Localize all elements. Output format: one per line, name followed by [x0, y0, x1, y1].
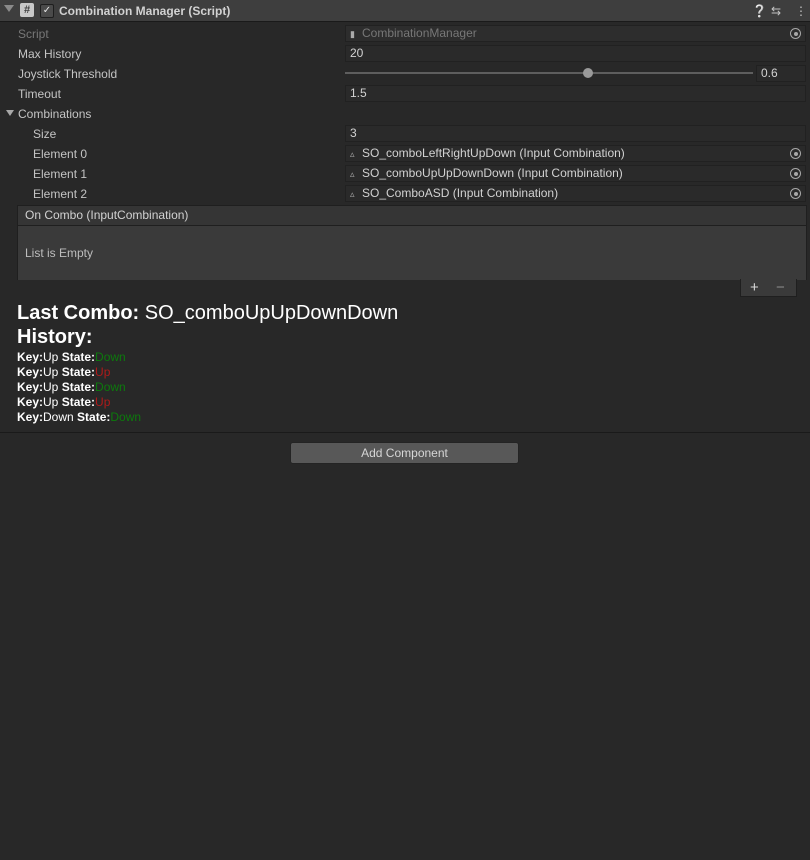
on-combo-event: On Combo (InputCombination) List is Empt…: [17, 205, 807, 280]
object-picker-icon[interactable]: [790, 28, 801, 39]
element-label: Element 2: [33, 187, 88, 201]
component-divider: [0, 432, 810, 433]
on-combo-header: On Combo (InputCombination): [18, 206, 806, 226]
history-entry: Key:Up State:Up: [17, 365, 110, 380]
component-title: Combination Manager (Script): [59, 4, 231, 18]
history-state-label: State:: [61, 380, 96, 394]
history-state-label: State:: [61, 365, 96, 379]
history-key-label: Key:: [17, 380, 44, 394]
enabled-checkbox[interactable]: ✓: [40, 4, 54, 18]
add-component-button[interactable]: Add Component: [290, 442, 519, 464]
kebab-menu-icon[interactable]: ⋮: [795, 3, 807, 19]
history-key-label: Key:: [17, 350, 44, 364]
element-row: Element 2 ▵ SO_ComboASD (Input Combinatio…: [0, 184, 810, 204]
help-icon[interactable]: ❔: [752, 3, 767, 19]
history-entry: Key:Up State:Up: [17, 395, 110, 410]
history-key-label: Key:: [17, 410, 44, 424]
event-list-buttons: + −: [740, 279, 797, 297]
preset-icon[interactable]: ⇆: [771, 3, 781, 19]
script-row: Script ▮ CombinationManager: [0, 24, 810, 44]
scriptable-object-icon: ▵: [350, 149, 355, 159]
history-state: Up: [95, 365, 111, 379]
size-input[interactable]: 3: [345, 125, 806, 142]
history-key: Up: [43, 395, 59, 409]
add-listener-button[interactable]: +: [750, 279, 759, 296]
history-key: Up: [43, 350, 59, 364]
timeout-input[interactable]: 1.5: [345, 85, 806, 102]
combinations-foldout-icon[interactable]: [6, 110, 14, 116]
scriptable-object-icon: ▵: [350, 169, 355, 179]
max-history-row: Max History 20: [0, 44, 810, 64]
history-state: Up: [95, 395, 111, 409]
history-heading: History:: [17, 326, 93, 349]
last-combo-value: SO_comboUpUpDownDown: [144, 302, 399, 324]
on-combo-empty-text: List is Empty: [18, 226, 806, 280]
script-field[interactable]: ▮ CombinationManager: [345, 25, 806, 42]
element-label: Element 1: [33, 167, 88, 181]
history-key-label: Key:: [17, 395, 44, 409]
element-value: SO_comboLeftRightUpDown (Input Combinati…: [362, 146, 625, 160]
max-history-input[interactable]: 20: [345, 45, 806, 62]
element-object-field[interactable]: ▵ SO_comboLeftRightUpDown (Input Combinat…: [345, 145, 806, 162]
collapse-arrow-icon[interactable]: [4, 5, 14, 12]
slider-track[interactable]: [345, 72, 753, 74]
history-state: Down: [110, 410, 142, 424]
element-object-field[interactable]: ▵ SO_ComboASD (Input Combination): [345, 185, 806, 202]
object-picker-icon[interactable]: [790, 168, 801, 179]
script-icon: #: [20, 3, 34, 17]
element-value: SO_ComboASD (Input Combination): [362, 186, 559, 200]
max-history-label: Max History: [18, 47, 82, 61]
history-key-label: Key:: [17, 365, 44, 379]
element-object-field[interactable]: ▵ SO_comboUpUpDownDown (Input Combination…: [345, 165, 806, 182]
scriptable-object-icon: ▵: [350, 189, 355, 199]
script-label: Script: [18, 27, 49, 41]
joystick-threshold-row: Joystick Threshold 0.6: [0, 64, 810, 84]
history-key: Up: [43, 365, 59, 379]
script-value: CombinationManager: [362, 26, 477, 40]
size-row: Size 3: [0, 124, 810, 144]
history-key: Up: [43, 380, 59, 394]
history-state: Down: [95, 380, 126, 394]
element-value: SO_comboUpUpDownDown (Input Combination): [362, 166, 623, 180]
history-entry: Key:Up State:Down: [17, 350, 126, 365]
history-state-label: State:: [61, 395, 96, 409]
history-label: History:: [17, 326, 93, 348]
combinations-row[interactable]: Combinations: [0, 104, 810, 124]
element-row: Element 1 ▵ SO_comboUpUpDownDown (Input C…: [0, 164, 810, 184]
history-entry: Key:Up State:Down: [17, 380, 126, 395]
history-entry: Key:Down State:Down: [17, 410, 141, 425]
object-picker-icon[interactable]: [790, 188, 801, 199]
remove-listener-button[interactable]: −: [776, 279, 785, 296]
history-state: Down: [95, 350, 126, 364]
history-state-label: State:: [77, 410, 111, 424]
element-row: Element 0 ▵ SO_comboLeftRightUpDown (Inpu…: [0, 144, 810, 164]
component-header[interactable]: # ✓ Combination Manager (Script) ❔ ⇆ ⋮: [0, 0, 810, 22]
timeout-row: Timeout 1.5: [0, 84, 810, 104]
joystick-threshold-label: Joystick Threshold: [18, 67, 118, 81]
timeout-label: Timeout: [18, 87, 61, 101]
last-combo-line: Last Combo: SO_comboUpUpDownDown: [17, 302, 398, 325]
history-state-label: State:: [61, 350, 96, 364]
last-combo-label: Last Combo:: [17, 302, 140, 324]
history-key: Down: [43, 410, 74, 424]
size-label: Size: [33, 127, 57, 141]
element-label: Element 0: [33, 147, 88, 161]
script-file-icon: ▮: [350, 29, 355, 39]
object-picker-icon[interactable]: [790, 148, 801, 159]
joystick-threshold-input[interactable]: 0.6: [756, 65, 806, 82]
combinations-label[interactable]: Combinations: [18, 107, 91, 121]
slider-thumb[interactable]: [583, 68, 593, 78]
